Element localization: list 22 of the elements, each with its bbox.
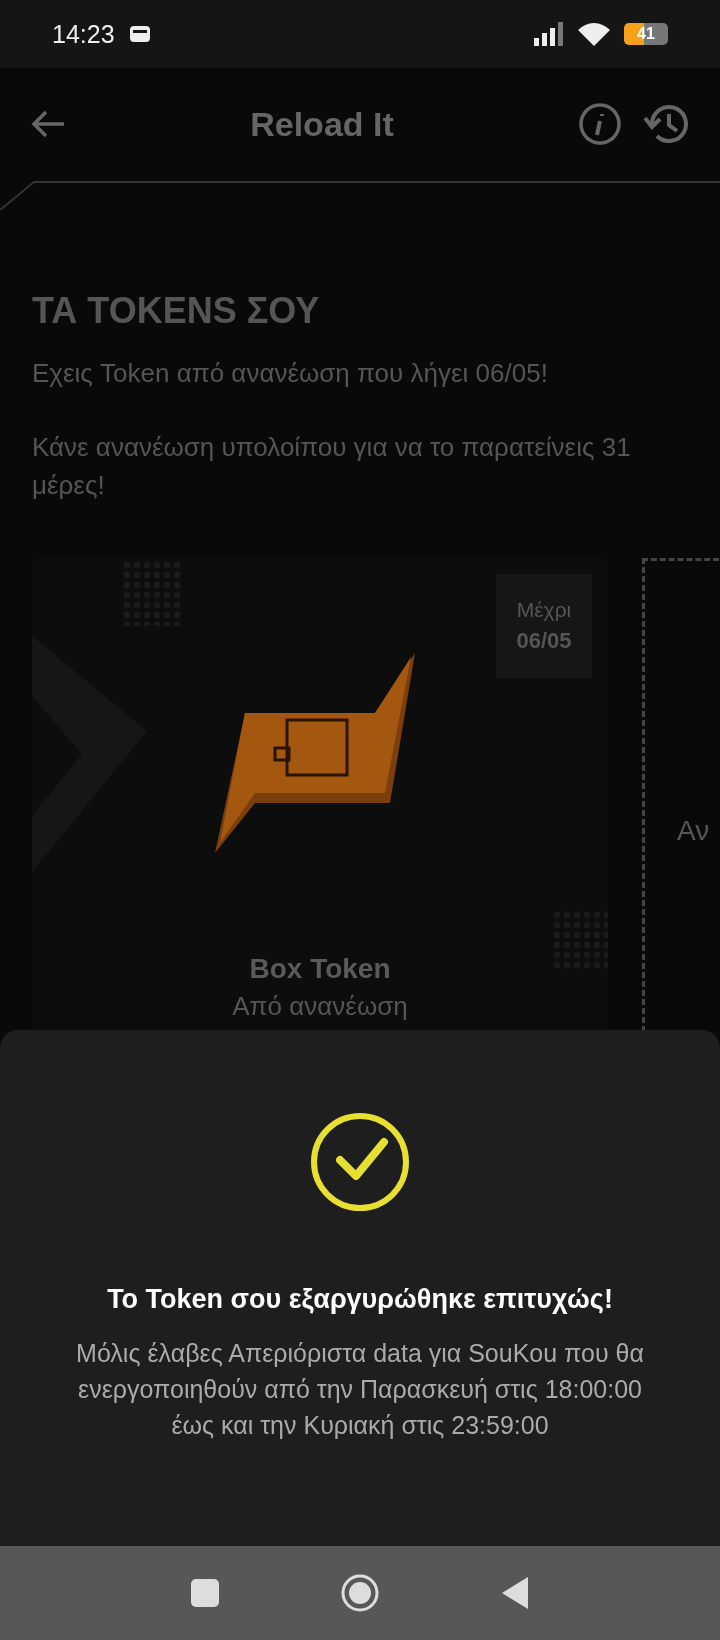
sim-card-icon [128,25,151,43]
section-heading: ΤΑ TOKENS ΣΟΥ [32,290,321,332]
back-button[interactable] [30,109,66,139]
page-title: Reload It [249,104,395,144]
status-time: 14:23 [52,19,115,49]
token-source: Από ανανέωση [232,991,408,1022]
token-name: Box Token [249,953,391,985]
expiry-date: 06/05 [516,628,572,654]
signal-icon [534,22,564,46]
info-text: Κάνε ανανέωση υπολοίπου για να το παρατείνεις 31 μέρες! [32,431,632,502]
expiry-label: Μέχρι [516,598,572,622]
history-button[interactable] [642,102,690,146]
dialog-message: Μόλις έλαβες Απεριόριστα data για SouKou που θα ενεργοποιηθούν από την Παρασκευή στις 18:00:00 έως και την Κυριακή στις 23:59:00 [75,1338,645,1441]
wifi-icon [578,22,610,46]
dialog-title: Το Token σου εξαργυρώθηκε επιτυχώς! [107,1284,613,1315]
back-nav-button[interactable] [500,1576,530,1610]
recents-button[interactable] [190,1578,220,1608]
info-button[interactable] [578,102,622,146]
slot-text: Αν [677,815,710,847]
check-circle-icon [308,1110,412,1214]
home-button[interactable] [340,1573,380,1613]
info-text: Εχεις Token από ανανέωση που λήγει 06/05! [32,357,549,390]
